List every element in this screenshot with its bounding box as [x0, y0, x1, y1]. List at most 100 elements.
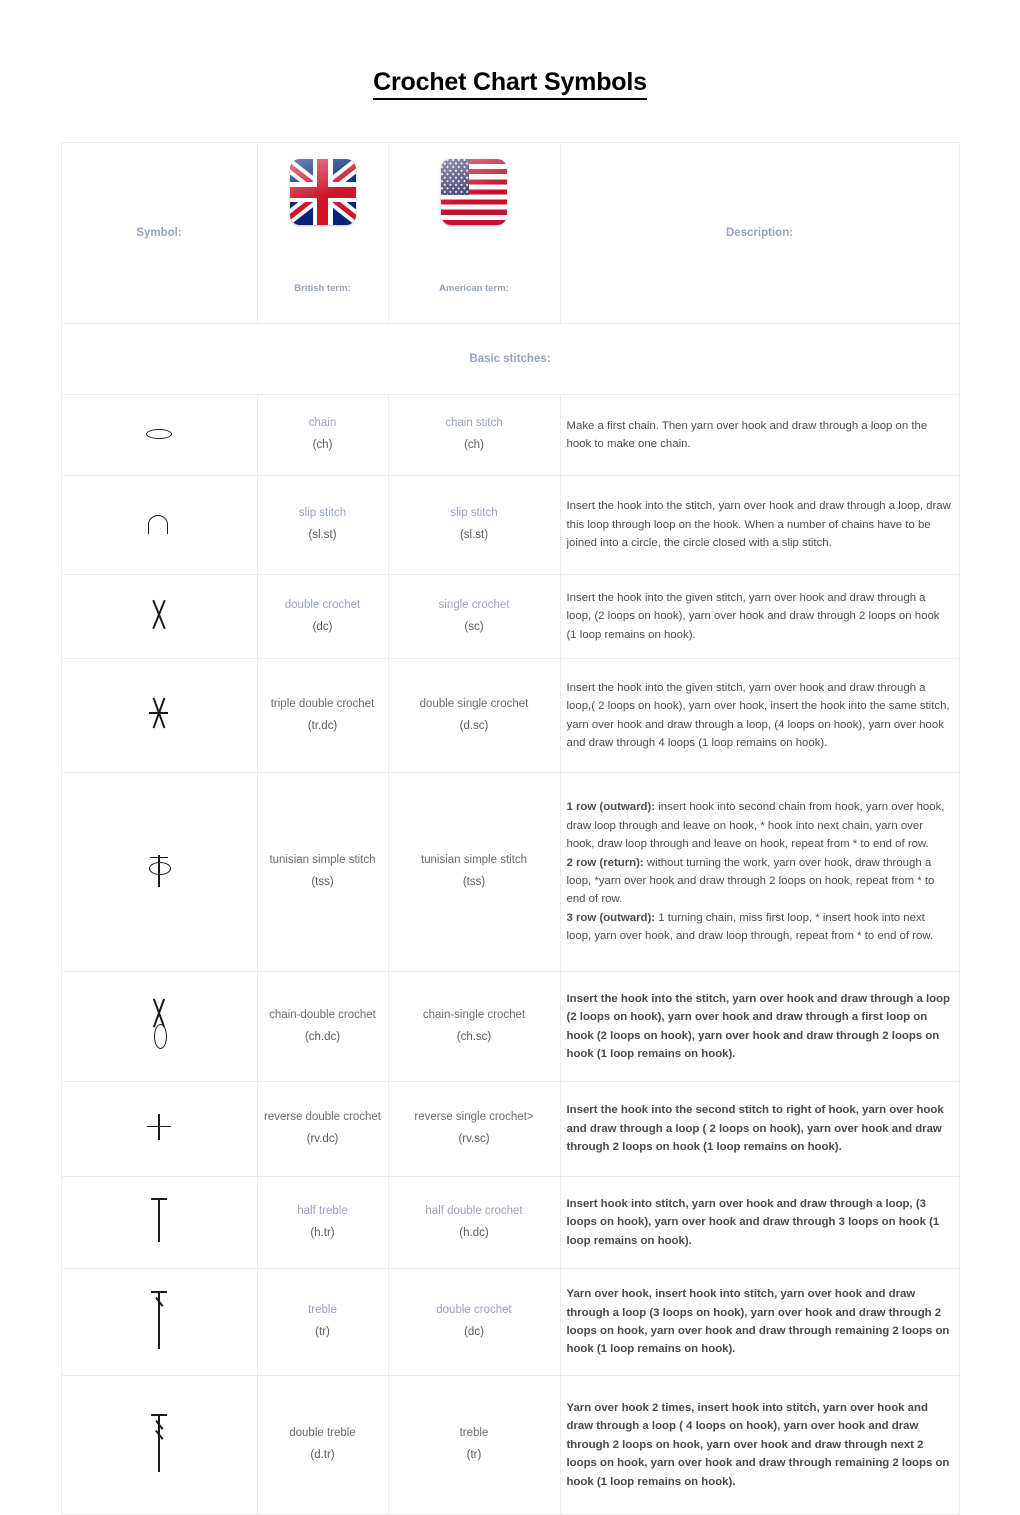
american-term-cell: double single crochet (d.sc)	[387, 658, 561, 773]
uk-flag-icon	[289, 159, 356, 225]
american-term-name: double crochet	[436, 1304, 512, 1317]
american-term-cell: reverse single crochet> (rv.sc)	[387, 1081, 561, 1177]
symbol-cell	[60, 772, 258, 972]
half-treble-symbol	[148, 1198, 170, 1242]
british-term-cell: slip stitch (sl.st)	[256, 475, 389, 575]
british-term-abbr: (rv.dc)	[306, 1133, 339, 1145]
british-term-name: reverse double crochet	[264, 1111, 381, 1124]
american-term-abbr: (tr)	[466, 1449, 482, 1461]
chain-stitch-symbol	[146, 426, 172, 440]
american-term-name: double single crochet	[419, 697, 529, 710]
description-cell: Insert the hook into the second stitch t…	[559, 1081, 960, 1177]
description-cell: Insert the hook into the given stitch, y…	[559, 574, 960, 659]
british-term-abbr: (tss)	[311, 876, 334, 888]
page-root: Crochet Chart Symbols Symbol: British te…	[0, 0, 1020, 1515]
american-term-name: half double crochet	[425, 1204, 523, 1217]
table-row: half treble (h.tr) half double crochet (…	[60, 1176, 960, 1269]
symbol-cell	[60, 1176, 258, 1269]
american-term-name: chain-single crochet	[422, 1008, 526, 1021]
description-cell: Yarn over hook, insert hook into stitch,…	[559, 1268, 960, 1376]
description-part: 2 row (return): without turning the work…	[567, 854, 953, 909]
british-term-name: slip stitch	[298, 507, 347, 520]
american-term-cell: tunisian simple stitch (tss)	[387, 772, 561, 972]
triple-double-crochet-symbol	[147, 697, 171, 729]
header-british-cell: British term:	[256, 142, 389, 324]
british-term-cell: tunisian simple stitch (tss)	[256, 772, 389, 972]
american-term-name: chain stitch	[445, 417, 503, 430]
uk-flag-wrap	[264, 159, 382, 277]
british-term-cell: chain (ch)	[256, 394, 389, 476]
table-row: reverse double crochet (rv.dc) reverse s…	[60, 1081, 960, 1177]
british-term-cell: chain-double crochet (ch.dc)	[256, 971, 389, 1082]
table-row: chain-double crochet (ch.dc) chain-singl…	[60, 971, 960, 1082]
american-term-cell: single crochet (sc)	[387, 574, 561, 659]
british-term-name: chain-double crochet	[269, 1008, 376, 1021]
us-flag-wrap	[395, 159, 554, 277]
american-term-abbr: (sc)	[464, 620, 484, 633]
british-term-name: chain	[308, 417, 337, 430]
british-term-name: double crochet	[284, 598, 361, 611]
american-term-cell: treble (tr)	[387, 1375, 561, 1515]
british-term-abbr: (ch.dc)	[304, 1030, 341, 1043]
description-cell: Insert hook into stitch, yarn over hook …	[559, 1176, 960, 1269]
table-row: treble (tr) double crochet (dc) Yarn ove…	[60, 1268, 960, 1376]
description-part-label: 2 row (return):	[566, 856, 644, 869]
american-term-name: slip stitch	[450, 507, 498, 520]
header-description-cell: Description:	[559, 142, 960, 324]
table-row: double crochet (dc) single crochet (sc) …	[60, 574, 960, 659]
american-term-cell: double crochet (dc)	[387, 1268, 561, 1376]
page-title-text: Crochet Chart Symbols	[373, 68, 647, 100]
american-term-abbr: (tss)	[462, 876, 486, 888]
crochet-symbols-table: Symbol: British term: American term: Des…	[60, 142, 960, 1515]
slip-stitch-symbol	[148, 513, 170, 534]
treble-symbol	[148, 1290, 170, 1349]
description-cell: Make a first chain. Then yarn over hook …	[559, 394, 960, 476]
british-term-cell: half treble (h.tr)	[256, 1176, 389, 1269]
american-term-name: reverse single crochet>	[414, 1111, 534, 1124]
british-term-name: tunisian simple stitch	[269, 854, 376, 867]
description-cell: Insert the hook into the stitch, yarn ov…	[559, 971, 960, 1082]
symbol-cell	[60, 658, 258, 773]
british-term-cell: double treble (d.tr)	[256, 1375, 389, 1515]
description-part-label: 1 row (outward):	[566, 801, 656, 814]
symbol-cell	[60, 574, 258, 659]
british-term-abbr: (d.tr)	[310, 1449, 335, 1461]
description-part: 3 row (outward): 1 turning chain, miss f…	[567, 909, 953, 946]
us-flag-icon	[441, 159, 507, 225]
header-american-label: American term:	[439, 283, 509, 294]
british-term-abbr: (dc)	[312, 620, 333, 633]
description-cell: 1 row (outward): insert hook into second…	[559, 772, 960, 972]
description-cell: Yarn over hook 2 times, insert hook into…	[559, 1375, 960, 1515]
american-term-cell: chain-single crochet (ch.sc)	[387, 971, 561, 1082]
british-term-cell: reverse double crochet (rv.dc)	[256, 1081, 389, 1177]
american-term-cell: half double crochet (h.dc)	[387, 1176, 561, 1269]
table-header-row: Symbol: British term: American term: Des…	[60, 142, 960, 324]
british-term-cell: treble (tr)	[256, 1268, 389, 1376]
british-term-abbr: (sl.st)	[308, 529, 337, 541]
symbol-cell	[60, 1268, 258, 1376]
american-term-name: tunisian simple stitch	[420, 854, 528, 867]
table-row: tunisian simple stitch (tss) tunisian si…	[60, 772, 960, 972]
symbol-cell	[60, 475, 258, 575]
section-row: Basic stitches:	[60, 323, 960, 395]
description-part: 1 row (outward): insert hook into second…	[567, 798, 953, 853]
table-row: triple double crochet (tr.dc) double sin…	[60, 658, 960, 773]
british-term-cell: triple double crochet (tr.dc)	[256, 658, 389, 773]
american-term-cell: chain stitch (ch)	[387, 394, 561, 476]
double-crochet-symbol	[148, 599, 170, 630]
reverse-double-crochet-symbol	[147, 1113, 171, 1140]
american-term-abbr: (h.dc)	[459, 1226, 489, 1239]
table-row: slip stitch (sl.st) slip stitch (sl.st) …	[60, 475, 960, 575]
american-term-abbr: (rv.sc)	[458, 1133, 490, 1145]
american-term-abbr: (sl.st)	[459, 529, 489, 541]
tunisian-simple-stitch-symbol	[144, 853, 174, 887]
british-term-name: triple double crochet	[270, 697, 375, 710]
symbol-cell	[60, 971, 258, 1082]
american-term-abbr: (d.sc)	[459, 719, 489, 732]
header-american-cell: American term:	[387, 142, 561, 324]
symbol-cell	[60, 394, 258, 476]
header-symbol-cell: Symbol:	[60, 142, 258, 324]
header-symbol-label: Symbol:	[136, 227, 182, 239]
american-term-name: treble	[459, 1427, 489, 1440]
british-term-abbr: (ch)	[312, 439, 333, 451]
